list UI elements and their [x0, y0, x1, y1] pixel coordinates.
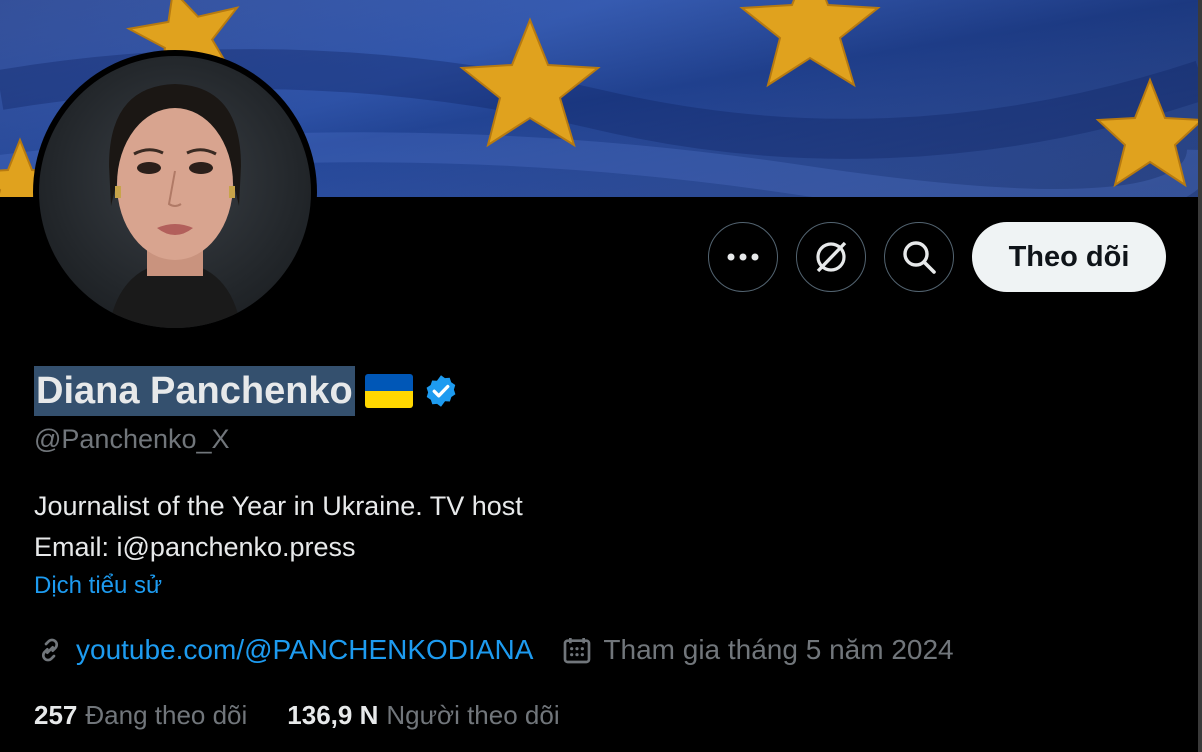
search-button[interactable]	[884, 222, 954, 292]
following-label: Đang theo dõi	[85, 700, 248, 730]
follow-button[interactable]: Theo dõi	[972, 222, 1166, 292]
translate-bio-link[interactable]: Dịch tiểu sử	[34, 572, 162, 600]
following-link[interactable]: 257 Đang theo dõi	[34, 700, 247, 731]
verified-badge-icon[interactable]	[423, 373, 459, 409]
display-name: Diana Panchenko	[34, 366, 355, 416]
search-icon	[903, 241, 936, 274]
bio: Journalist of the Year in Ukraine. TV ho…	[34, 486, 523, 568]
following-count: 257	[34, 700, 78, 730]
bio-line: Journalist of the Year in Ukraine. TV ho…	[34, 491, 523, 521]
grok-icon	[816, 241, 847, 273]
link-icon	[41, 638, 59, 662]
followers-count: 136,9 N	[287, 700, 379, 730]
name-row: Diana Panchenko	[34, 366, 459, 416]
followers-label: Người theo dõi	[386, 700, 560, 730]
more-button[interactable]	[708, 222, 778, 292]
window-edge	[1198, 0, 1202, 752]
avatar[interactable]	[33, 50, 317, 334]
user-handle: @Panchenko_X	[34, 424, 230, 454]
followers-link[interactable]: 136,9 N Người theo dõi	[287, 700, 559, 731]
grok-button[interactable]	[796, 222, 866, 292]
follow-stats: 257 Đang theo dõi 136,9 N Người theo dõi	[34, 700, 560, 731]
calendar-icon	[564, 638, 591, 664]
profile-meta: youtube.com/@PANCHENKODIANA Tham gia thá…	[34, 630, 954, 670]
join-date: Tham gia tháng 5 năm 2024	[603, 634, 954, 665]
website-link[interactable]: youtube.com/@PANCHENKODIANA	[76, 634, 533, 666]
bio-line: Email: i@panchenko.press	[34, 532, 356, 562]
ukraine-flag-icon	[364, 374, 413, 408]
avatar-photo	[39, 56, 311, 328]
more-dots-icon	[727, 253, 759, 261]
